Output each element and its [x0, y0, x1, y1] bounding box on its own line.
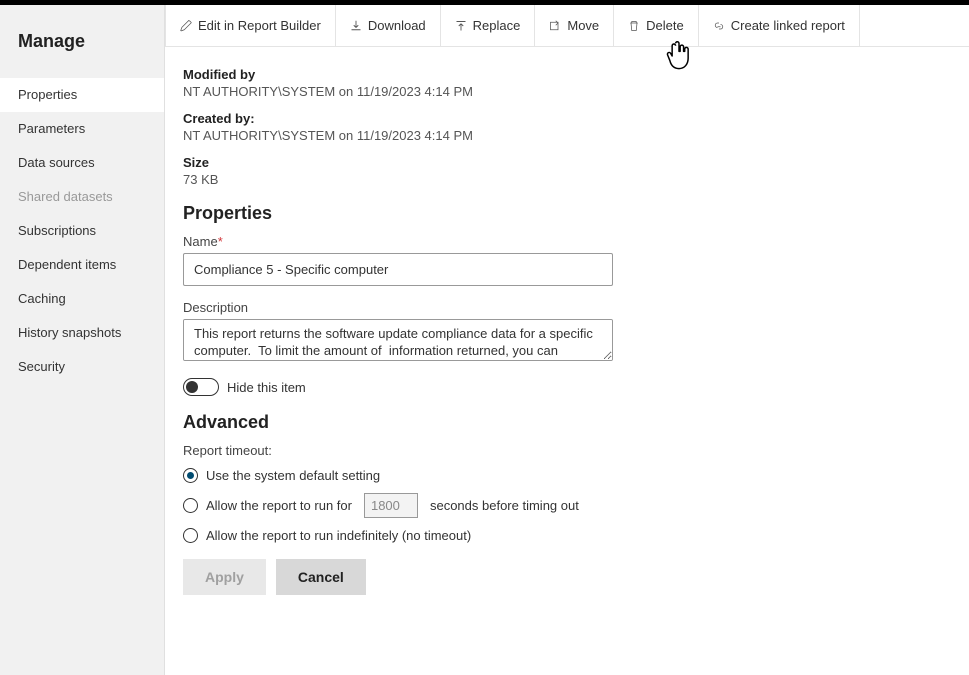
- timeout-opt3-row: Allow the report to run indefinitely (no…: [183, 528, 951, 543]
- required-mark: *: [218, 234, 223, 249]
- timeout-opt2-post: seconds before timing out: [430, 498, 579, 513]
- timeout-opt2-row: Allow the report to run for seconds befo…: [183, 493, 951, 518]
- apply-button[interactable]: Apply: [183, 559, 266, 595]
- toolbar-move-button[interactable]: Move: [535, 5, 614, 46]
- timeout-opt2-radio[interactable]: [183, 498, 198, 513]
- toolbar-download-button[interactable]: Download: [336, 5, 441, 46]
- toolbar-linked-button[interactable]: Create linked report: [699, 5, 860, 46]
- main-container: Manage Properties Parameters Data source…: [0, 5, 969, 675]
- timeout-label: Report timeout:: [183, 443, 951, 458]
- sidebar-item-caching[interactable]: Caching: [0, 282, 164, 316]
- main-panel: Edit in Report Builder Download Replace …: [165, 5, 969, 675]
- properties-heading: Properties: [183, 203, 951, 224]
- sidebar-title: Manage: [0, 23, 164, 78]
- timeout-opt1-row: Use the system default setting: [183, 468, 951, 483]
- timeout-opt1-radio[interactable]: [183, 468, 198, 483]
- sidebar-item-data-sources[interactable]: Data sources: [0, 146, 164, 180]
- hide-toggle[interactable]: [183, 378, 219, 396]
- size-label: Size: [183, 155, 951, 170]
- timeout-opt1-label: Use the system default setting: [206, 468, 380, 483]
- toolbar-delete-button[interactable]: Delete: [614, 5, 699, 46]
- modified-by-label: Modified by: [183, 67, 951, 82]
- download-icon: [350, 20, 362, 32]
- content-area: Modified by NT AUTHORITY\SYSTEM on 11/19…: [165, 47, 969, 675]
- timeout-opt3-radio[interactable]: [183, 528, 198, 543]
- replace-icon: [455, 20, 467, 32]
- name-input[interactable]: [183, 253, 613, 286]
- sidebar-item-properties[interactable]: Properties: [0, 78, 164, 112]
- move-icon: [549, 20, 561, 32]
- toggle-knob: [186, 381, 198, 393]
- sidebar: Manage Properties Parameters Data source…: [0, 5, 165, 675]
- toolbar-move-label: Move: [567, 18, 599, 33]
- advanced-heading: Advanced: [183, 412, 951, 433]
- size-block: Size 73 KB: [183, 155, 951, 187]
- description-textarea[interactable]: [183, 319, 613, 361]
- pencil-icon: [180, 20, 192, 32]
- sidebar-item-subscriptions[interactable]: Subscriptions: [0, 214, 164, 248]
- timeout-seconds-input[interactable]: [364, 493, 418, 518]
- modified-by-value: NT AUTHORITY\SYSTEM on 11/19/2023 4:14 P…: [183, 84, 951, 99]
- hide-label: Hide this item: [227, 380, 306, 395]
- modified-by-block: Modified by NT AUTHORITY\SYSTEM on 11/19…: [183, 67, 951, 99]
- toolbar-download-label: Download: [368, 18, 426, 33]
- sidebar-item-parameters[interactable]: Parameters: [0, 112, 164, 146]
- sidebar-item-history-snapshots[interactable]: History snapshots: [0, 316, 164, 350]
- timeout-opt3-label: Allow the report to run indefinitely (no…: [206, 528, 471, 543]
- hide-item-row: Hide this item: [183, 378, 951, 396]
- created-by-label: Created by:: [183, 111, 951, 126]
- toolbar-replace-label: Replace: [473, 18, 521, 33]
- name-label-text: Name: [183, 234, 218, 249]
- name-label: Name*: [183, 234, 951, 249]
- toolbar: Edit in Report Builder Download Replace …: [165, 5, 969, 47]
- trash-icon: [628, 20, 640, 32]
- created-by-block: Created by: NT AUTHORITY\SYSTEM on 11/19…: [183, 111, 951, 143]
- size-value: 73 KB: [183, 172, 951, 187]
- link-icon: [713, 20, 725, 32]
- toolbar-edit-label: Edit in Report Builder: [198, 18, 321, 33]
- name-field-group: Name*: [183, 234, 951, 286]
- toolbar-linked-label: Create linked report: [731, 18, 845, 33]
- sidebar-item-dependent-items[interactable]: Dependent items: [0, 248, 164, 282]
- description-label: Description: [183, 300, 951, 315]
- toolbar-edit-button[interactable]: Edit in Report Builder: [165, 5, 336, 46]
- created-by-value: NT AUTHORITY\SYSTEM on 11/19/2023 4:14 P…: [183, 128, 951, 143]
- sidebar-item-shared-datasets[interactable]: Shared datasets: [0, 180, 164, 214]
- timeout-opt2-pre: Allow the report to run for: [206, 498, 352, 513]
- toolbar-replace-button[interactable]: Replace: [441, 5, 536, 46]
- cancel-button[interactable]: Cancel: [276, 559, 366, 595]
- button-row: Apply Cancel: [183, 559, 951, 595]
- sidebar-item-security[interactable]: Security: [0, 350, 164, 384]
- description-field-group: Description: [183, 300, 951, 364]
- toolbar-delete-label: Delete: [646, 18, 684, 33]
